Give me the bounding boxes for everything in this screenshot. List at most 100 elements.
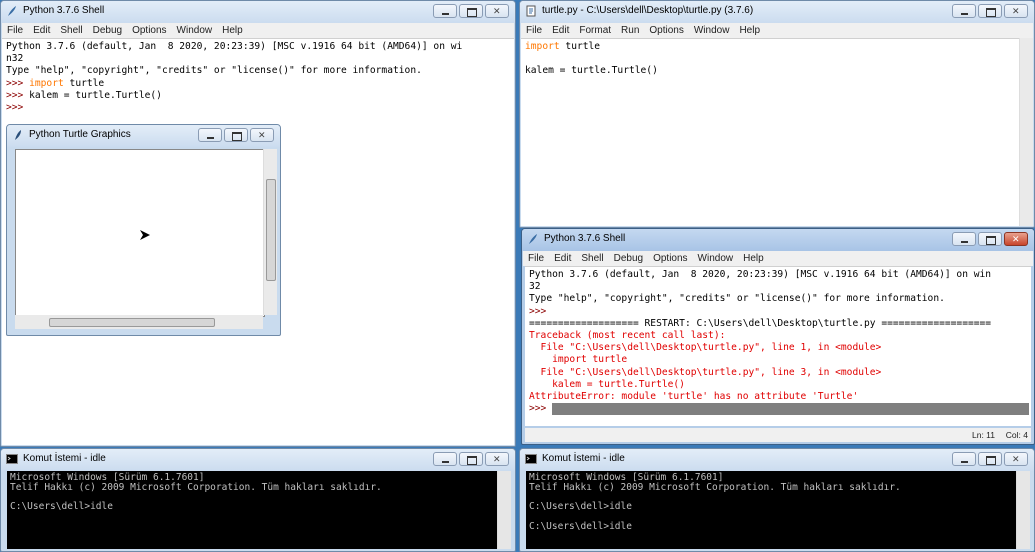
menu-options[interactable]: Options: [127, 25, 171, 36]
minimize-button[interactable]: [433, 4, 457, 18]
menu-edit[interactable]: Edit: [547, 25, 574, 36]
turtle-graphics-window[interactable]: Python Turtle Graphics: [6, 124, 281, 336]
console-line: Telif Hakkı (c) 2009 Microsoft Corporati…: [529, 481, 901, 493]
text-line: n32: [6, 53, 514, 65]
menu-edit[interactable]: Edit: [549, 253, 576, 264]
error-text: import turtle: [529, 354, 628, 366]
close-button[interactable]: [250, 128, 274, 142]
maximize-button[interactable]: [459, 4, 483, 18]
title-bar[interactable]: turtle.py - C:\Users\dell\Desktop\turtle…: [520, 1, 1034, 23]
minimize-button[interactable]: [198, 128, 222, 142]
horizontal-scrollbar[interactable]: [15, 315, 263, 329]
minimize-button[interactable]: [952, 232, 976, 246]
menu-options[interactable]: Options: [644, 25, 688, 36]
text-line: >>> kalem = turtle.Turtle(): [6, 90, 514, 102]
menu-window[interactable]: Window: [693, 253, 739, 264]
close-button[interactable]: [485, 452, 509, 466]
error-text: File "C:\Users\dell\Desktop\turtle.py", …: [529, 342, 882, 354]
text-line: kalem = turtle.Turtle(): [529, 379, 1031, 391]
console-line: C:\Users\dell>idle: [529, 501, 632, 513]
menu-run[interactable]: Run: [616, 25, 644, 36]
maximize-button[interactable]: [978, 452, 1002, 466]
menu-bar: File Edit Shell Debug Options Window Hel…: [2, 23, 514, 38]
code-text: =================== RESTART: C:\Users\de…: [529, 317, 992, 329]
code-text: turtle: [63, 77, 105, 89]
code-text: Type "help", "copyright", "credits" or "…: [529, 293, 945, 305]
title-bar[interactable]: Komut İstemi - idle: [1, 449, 515, 471]
menu-edit[interactable]: Edit: [28, 25, 55, 36]
menu-window[interactable]: Window: [172, 25, 218, 36]
minimize-button[interactable]: [433, 452, 457, 466]
turtle-canvas[interactable]: [15, 149, 265, 317]
vertical-scrollbar[interactable]: [1019, 38, 1033, 226]
minimize-button[interactable]: [952, 4, 976, 18]
turtle-arrow-icon: [140, 230, 150, 240]
menu-help[interactable]: Help: [734, 25, 765, 36]
text-line: File "C:\Users\dell\Desktop\turtle.py", …: [529, 367, 1031, 379]
scroll-thumb[interactable]: [49, 318, 215, 327]
menu-options[interactable]: Options: [648, 253, 692, 264]
close-button[interactable]: [1004, 452, 1028, 466]
code-text: kalem = turtle.Turtle(): [525, 65, 658, 77]
text-line: >>>: [6, 102, 514, 114]
maximize-button[interactable]: [224, 128, 248, 142]
code-editor-area[interactable]: import turtle kalem = turtle.Turtle(): [521, 38, 1020, 226]
title-bar[interactable]: Python 3.7.6 Shell: [1, 1, 515, 23]
error-text: AttributeError: module 'turtle' has no a…: [529, 391, 859, 403]
menu-debug[interactable]: Debug: [609, 253, 648, 264]
input-line-highlight[interactable]: [552, 403, 1029, 416]
menu-shell[interactable]: Shell: [576, 253, 608, 264]
cmd-icon: [6, 454, 18, 464]
error-text: kalem = turtle.Turtle(): [529, 378, 685, 390]
window-title: Python Turtle Graphics: [29, 129, 131, 140]
text-line: File "C:\Users\dell\Desktop\turtle.py", …: [529, 342, 1031, 354]
text-line: Python 3.7.6 (default, Jan 8 2020, 20:23…: [529, 269, 1031, 281]
python-shell-window-right[interactable]: Python 3.7.6 Shell File Edit Shell Debug…: [521, 228, 1035, 445]
title-bar[interactable]: Komut İstemi - idle: [520, 449, 1034, 471]
menu-format[interactable]: Format: [574, 25, 616, 36]
text-line: Type "help", "copyright", "credits" or "…: [6, 65, 514, 77]
code-text: Type "help", "copyright", "credits" or "…: [6, 65, 422, 77]
vertical-scrollbar[interactable]: [1016, 471, 1030, 549]
console-output[interactable]: Microsoft Windows [Sürüm 6.1.7601] Telif …: [7, 471, 497, 549]
text-line: import turtle: [525, 41, 1020, 53]
code-text: Python 3.7.6 (default, Jan 8 2020, 20:23…: [529, 269, 992, 280]
menu-window[interactable]: Window: [689, 25, 735, 36]
text-line: 32: [529, 281, 1031, 293]
command-prompt-window-left[interactable]: Komut İstemi - idle Microsoft Windows [S…: [0, 448, 516, 552]
menu-file[interactable]: File: [2, 25, 28, 36]
minimize-button[interactable]: [952, 452, 976, 466]
prompt: >>>: [529, 403, 553, 415]
menu-shell[interactable]: Shell: [55, 25, 87, 36]
text-line: Type "help", "copyright", "credits" or "…: [529, 293, 1031, 305]
menu-file[interactable]: File: [523, 253, 549, 264]
text-line: Traceback (most recent call last):: [529, 330, 1031, 342]
close-button[interactable]: [1004, 232, 1028, 246]
title-bar[interactable]: Python Turtle Graphics: [7, 125, 280, 147]
maximize-button[interactable]: [978, 4, 1002, 18]
menu-help[interactable]: Help: [217, 25, 248, 36]
menu-file[interactable]: File: [521, 25, 547, 36]
menu-debug[interactable]: Debug: [88, 25, 127, 36]
code-text: kalem = turtle.Turtle(): [29, 89, 162, 101]
text-line: kalem = turtle.Turtle(): [525, 65, 1020, 77]
console-output[interactable]: Microsoft Windows [Sürüm 6.1.7601] Telif …: [526, 471, 1016, 549]
scroll-thumb[interactable]: [266, 179, 276, 281]
vertical-scrollbar[interactable]: [497, 471, 511, 549]
shell-text-area[interactable]: Python 3.7.6 (default, Jan 8 2020, 20:23…: [525, 266, 1031, 426]
close-button[interactable]: [1004, 4, 1028, 18]
menu-bar: File Edit Format Run Options Window Help: [521, 23, 1033, 38]
editor-window[interactable]: turtle.py - C:\Users\dell\Desktop\turtle…: [519, 0, 1035, 228]
console-line: C:\Users\dell>idle: [10, 501, 113, 513]
vertical-scrollbar[interactable]: [263, 149, 277, 315]
code-text: Python 3.7.6 (default, Jan 8 2020, 20:23…: [6, 41, 463, 52]
command-prompt-window-right[interactable]: Komut İstemi - idle Microsoft Windows [S…: [519, 448, 1035, 552]
menu-help[interactable]: Help: [738, 253, 769, 264]
prompt: >>>: [6, 102, 30, 114]
current-prompt-line[interactable]: >>>: [529, 403, 1031, 416]
maximize-button[interactable]: [978, 232, 1002, 246]
title-bar[interactable]: Python 3.7.6 Shell: [522, 229, 1034, 251]
close-button[interactable]: [485, 4, 509, 18]
maximize-button[interactable]: [459, 452, 483, 466]
python-feather-icon: [529, 234, 537, 244]
